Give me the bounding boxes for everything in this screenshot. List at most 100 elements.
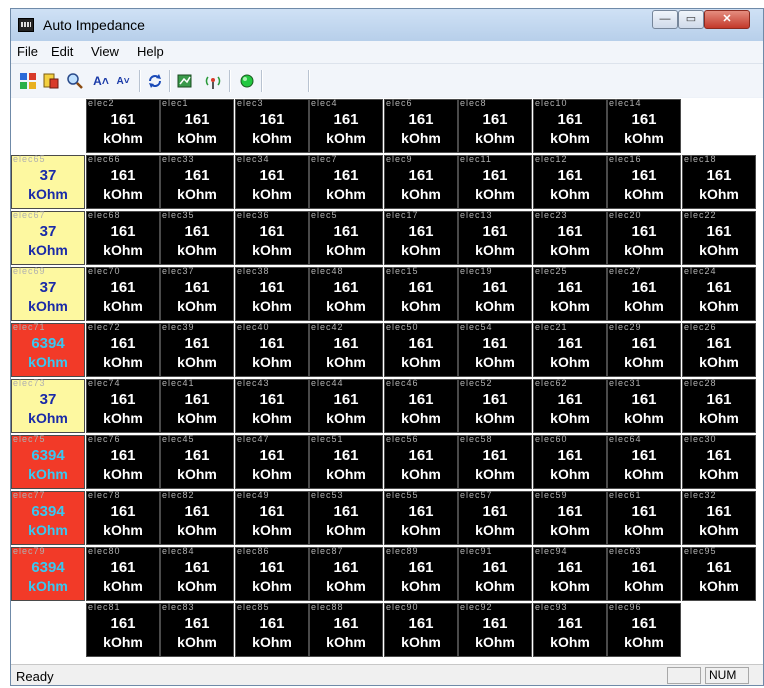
electrode-cell[interactable]: elec67 37 kOhm (11, 210, 85, 265)
electrode-cell[interactable]: elec15 161 kOhm (384, 266, 458, 321)
electrode-cell[interactable]: elec34 161 kOhm (235, 154, 309, 209)
electrode-cell[interactable]: elec19 161 kOhm (458, 266, 532, 321)
electrode-cell[interactable]: elec30 161 kOhm (682, 434, 756, 489)
electrode-cell[interactable]: elec46 161 kOhm (384, 378, 458, 433)
electrode-cell[interactable]: elec77 6394 kOhm (11, 490, 85, 545)
maximize-button[interactable]: ▭ (678, 10, 704, 29)
electrode-cell[interactable]: elec61 161 kOhm (607, 490, 681, 545)
electrode-cell[interactable]: elec43 161 kOhm (235, 378, 309, 433)
electrode-cell[interactable]: elec3 161 kOhm (235, 98, 309, 153)
font-smaller-icon[interactable]: A˅ (113, 71, 133, 91)
electrode-cell[interactable]: elec18 161 kOhm (682, 154, 756, 209)
electrode-cell[interactable]: elec10 161 kOhm (533, 98, 607, 153)
electrode-cell[interactable]: elec95 161 kOhm (682, 546, 756, 601)
electrode-cell[interactable]: elec63 161 kOhm (607, 546, 681, 601)
electrode-cell[interactable]: elec96 161 kOhm (607, 602, 681, 657)
electrode-cell[interactable]: elec33 161 kOhm (160, 154, 234, 209)
electrode-cell[interactable]: elec83 161 kOhm (160, 602, 234, 657)
electrode-cell[interactable]: elec82 161 kOhm (160, 490, 234, 545)
electrode-cell[interactable]: elec66 161 kOhm (86, 154, 160, 209)
electrode-cell[interactable]: elec32 161 kOhm (682, 490, 756, 545)
electrode-cell[interactable]: elec44 161 kOhm (309, 378, 383, 433)
electrode-cell[interactable]: elec89 161 kOhm (384, 546, 458, 601)
electrode-cell[interactable]: elec80 161 kOhm (86, 546, 160, 601)
electrode-cell[interactable]: elec8 161 kOhm (458, 98, 532, 153)
electrode-cell[interactable]: elec92 161 kOhm (458, 602, 532, 657)
electrode-cell[interactable]: elec36 161 kOhm (235, 210, 309, 265)
font-larger-icon[interactable]: A˄ (91, 71, 111, 91)
electrode-cell[interactable]: elec68 161 kOhm (86, 210, 160, 265)
menu-file[interactable]: File (17, 44, 38, 59)
electrode-cell[interactable]: elec79 6394 kOhm (11, 546, 85, 601)
electrode-cell[interactable]: elec53 161 kOhm (309, 490, 383, 545)
minimize-button[interactable]: — (652, 10, 678, 29)
electrode-cell[interactable]: elec16 161 kOhm (607, 154, 681, 209)
electrode-cell[interactable]: elec14 161 kOhm (607, 98, 681, 153)
electrode-cell[interactable]: elec73 37 kOhm (11, 378, 85, 433)
electrode-cell[interactable]: elec11 161 kOhm (458, 154, 532, 209)
electrode-cell[interactable]: elec55 161 kOhm (384, 490, 458, 545)
electrode-cell[interactable]: elec70 161 kOhm (86, 266, 160, 321)
zoom-icon[interactable] (65, 71, 85, 91)
electrode-cell[interactable]: elec72 161 kOhm (86, 322, 160, 377)
electrode-cell[interactable]: elec7 161 kOhm (309, 154, 383, 209)
electrode-cell[interactable]: elec47 161 kOhm (235, 434, 309, 489)
close-button[interactable]: ✕ (704, 10, 750, 29)
electrode-cell[interactable]: elec52 161 kOhm (458, 378, 532, 433)
electrode-cell[interactable]: elec27 161 kOhm (607, 266, 681, 321)
electrode-cell[interactable]: elec26 161 kOhm (682, 322, 756, 377)
title-bar[interactable]: Auto Impedance — ▭ ✕ (11, 9, 763, 41)
montage-icon[interactable] (41, 71, 61, 91)
electrode-cell[interactable]: elec78 161 kOhm (86, 490, 160, 545)
electrode-cell[interactable]: elec74 161 kOhm (86, 378, 160, 433)
electrode-cell[interactable]: elec85 161 kOhm (235, 602, 309, 657)
electrode-cell[interactable]: elec6 161 kOhm (384, 98, 458, 153)
electrode-cell[interactable]: elec50 161 kOhm (384, 322, 458, 377)
electrode-cell[interactable]: elec20 161 kOhm (607, 210, 681, 265)
electrode-cell[interactable]: elec60 161 kOhm (533, 434, 607, 489)
electrode-cell[interactable]: elec76 161 kOhm (86, 434, 160, 489)
electrode-cell[interactable]: elec87 161 kOhm (309, 546, 383, 601)
electrode-cell[interactable]: elec41 161 kOhm (160, 378, 234, 433)
electrode-cell[interactable]: elec39 161 kOhm (160, 322, 234, 377)
electrode-cell[interactable]: elec51 161 kOhm (309, 434, 383, 489)
electrode-cell[interactable]: elec2 161 kOhm (86, 98, 160, 153)
electrode-cell[interactable]: elec42 161 kOhm (309, 322, 383, 377)
refresh-icon[interactable] (145, 71, 165, 91)
menu-edit[interactable]: Edit (51, 44, 73, 59)
electrode-cell[interactable]: elec65 37 kOhm (11, 154, 85, 209)
electrode-cell[interactable]: elec48 161 kOhm (309, 266, 383, 321)
electrode-cell[interactable]: elec62 161 kOhm (533, 378, 607, 433)
electrode-cell[interactable]: elec58 161 kOhm (458, 434, 532, 489)
electrode-cell[interactable]: elec24 161 kOhm (682, 266, 756, 321)
menu-view[interactable]: View (91, 44, 119, 59)
status-led-icon[interactable] (237, 71, 257, 91)
electrode-cell[interactable]: elec69 37 kOhm (11, 266, 85, 321)
electrode-cell[interactable]: elec37 161 kOhm (160, 266, 234, 321)
electrode-cell[interactable]: elec54 161 kOhm (458, 322, 532, 377)
electrode-cell[interactable]: elec84 161 kOhm (160, 546, 234, 601)
electrode-cell[interactable]: elec4 161 kOhm (309, 98, 383, 153)
electrode-cell[interactable]: elec29 161 kOhm (607, 322, 681, 377)
electrode-cell[interactable]: elec40 161 kOhm (235, 322, 309, 377)
electrode-cell[interactable]: elec94 161 kOhm (533, 546, 607, 601)
electrode-cell[interactable]: elec38 161 kOhm (235, 266, 309, 321)
electrode-cell[interactable]: elec13 161 kOhm (458, 210, 532, 265)
electrode-cell[interactable]: elec25 161 kOhm (533, 266, 607, 321)
electrode-cell[interactable]: elec9 161 kOhm (384, 154, 458, 209)
electrode-cell[interactable]: elec22 161 kOhm (682, 210, 756, 265)
electrode-cell[interactable]: elec1 161 kOhm (160, 98, 234, 153)
electrode-cell[interactable]: elec59 161 kOhm (533, 490, 607, 545)
electrode-cell[interactable]: elec91 161 kOhm (458, 546, 532, 601)
electrode-cell[interactable]: elec49 161 kOhm (235, 490, 309, 545)
wireless-icon[interactable] (203, 71, 223, 91)
electrode-cell[interactable]: elec23 161 kOhm (533, 210, 607, 265)
electrode-cell[interactable]: elec71 6394 kOhm (11, 322, 85, 377)
electrode-cell[interactable]: elec31 161 kOhm (607, 378, 681, 433)
electrode-cell[interactable]: elec28 161 kOhm (682, 378, 756, 433)
electrode-cell[interactable]: elec75 6394 kOhm (11, 434, 85, 489)
electrode-cell[interactable]: elec64 161 kOhm (607, 434, 681, 489)
electrode-cell[interactable]: elec57 161 kOhm (458, 490, 532, 545)
electrode-cell[interactable]: elec45 161 kOhm (160, 434, 234, 489)
electrode-cell[interactable]: elec88 161 kOhm (309, 602, 383, 657)
